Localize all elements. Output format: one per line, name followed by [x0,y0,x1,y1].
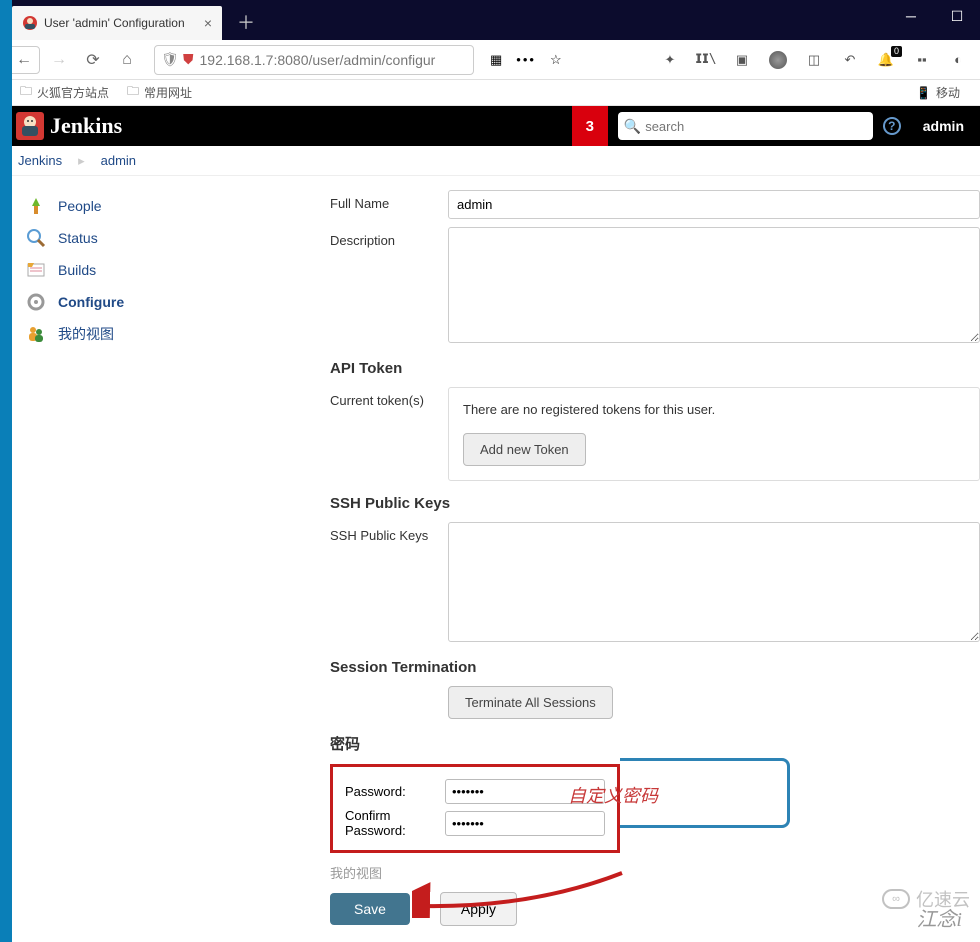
watermark-brand: ∞ 亿速云 [882,886,970,912]
breadcrumb: Jenkins ▸ admin [0,146,980,176]
sidebar: People Status Builds Configure 我的视图 [0,176,330,926]
bookmark-label: 常用网址 [144,84,192,101]
search-icon: 🔍 [624,118,641,135]
apps-icon[interactable]: ▪▪ [912,50,932,70]
nav-home-button[interactable]: ⌂ [112,46,142,74]
current-tokens-label: Current token(s) [330,387,448,481]
undo-icon[interactable]: ↶ [840,50,860,70]
shield-icon: 🛡 [161,51,177,68]
main-form: Full Name Description API Token Current … [330,176,980,926]
browser-navbar: ← → ⟳ ⌂ 🛡 ⛊ ▦ ••• ☆ ✦ 𝗜𝗜\ ▣ ◫ ↶ 🔔0 ▪▪ ◐ [0,40,980,80]
breadcrumb-item[interactable]: admin [101,153,136,168]
sidebar-label: People [58,198,102,214]
status-icon [24,226,48,250]
bookmark-star-icon[interactable]: ☆ [550,52,562,68]
bookmarks-bar: 🗀 火狐官方站点 🗀 常用网址 📱 移动 [0,80,980,106]
confirm-password-label: Confirm Password: [345,808,445,838]
password-box: Password: Confirm Password: [330,764,620,853]
url-bar[interactable]: 🛡 ⛊ [154,45,474,75]
bookmark-item[interactable]: 🗀 常用网址 [127,82,192,103]
jenkins-logo-icon [16,112,44,140]
notification-icon[interactable]: 🔔0 [876,50,896,70]
sidebar-item-builds[interactable]: Builds [24,254,330,286]
profile-icon[interactable] [768,50,788,70]
terminate-sessions-button[interactable]: Terminate All Sessions [448,686,613,719]
crop-icon[interactable]: ◫ [804,50,824,70]
sidebar-label: Status [58,230,98,246]
jenkins-search[interactable]: 🔍 [618,112,873,140]
extensions-icon[interactable]: ✦ [660,50,680,70]
new-tab-button[interactable]: ＋ [232,8,260,36]
bookmark-label: 火狐官方站点 [37,84,109,101]
window-maximize-button[interactable]: ☐ [934,0,980,32]
api-token-title: API Token [330,360,980,377]
description-input[interactable] [448,227,980,343]
mobile-bookmarks[interactable]: 📱 移动 [916,84,960,101]
sidebar-item-myviews[interactable]: 我的视图 [24,318,330,350]
breadcrumb-sep-icon: ▸ [78,153,85,169]
menu-dots-icon[interactable]: ••• [516,52,536,67]
breadcrumb-item[interactable]: Jenkins [18,153,62,168]
nav-back-button[interactable]: ← [8,46,40,74]
annotation-bracket [620,758,790,828]
jenkins-notification-count[interactable]: 3 [572,106,608,146]
builds-icon [24,258,48,282]
myviews-dim-label: 我的视图 [330,863,980,882]
fullname-label: Full Name [330,190,448,219]
password-title: 密码 [330,733,980,754]
sidebar-item-status[interactable]: Status [24,222,330,254]
sidebar-item-configure[interactable]: Configure [24,286,330,318]
tab-close-icon[interactable]: × [204,15,212,31]
apply-button[interactable]: Apply [440,892,517,926]
window-left-accent [0,0,12,942]
save-button[interactable]: Save [330,893,410,925]
sidebar-icon[interactable]: ▣ [732,50,752,70]
users-icon [24,322,48,346]
window-minimize-button[interactable]: ─ [888,0,934,32]
token-box: There are no registered tokens for this … [448,387,980,481]
mobile-icon: 📱 [916,86,931,100]
bookmark-item[interactable]: 🗀 火狐官方站点 [20,82,109,103]
sidebar-item-people[interactable]: People [24,190,330,222]
password-label: Password: [345,784,445,799]
library-icon[interactable]: 𝗜𝗜\ [696,50,716,70]
ssh-label: SSH Public Keys [330,522,448,645]
sidebar-label: 我的视图 [58,324,114,344]
no-tokens-message: There are no registered tokens for this … [463,402,965,417]
folder-icon: 🗀 [127,82,139,103]
description-label: Description [330,227,448,346]
help-icon[interactable]: ? [883,117,901,135]
jenkins-logo[interactable]: Jenkins [16,112,122,140]
cloud-icon: ∞ [882,889,910,909]
browser-titlebar: User 'admin' Configuration × ＋ ─ ☐ [0,0,980,40]
url-input[interactable] [200,52,468,68]
folder-icon: 🗀 [20,82,32,103]
security-slash-icon: ⛊ [183,51,194,68]
confirm-password-input[interactable] [445,811,605,836]
qr-icon[interactable]: ▦ [490,52,502,68]
sidebar-label: Configure [58,294,124,310]
sidebar-label: Builds [58,262,96,278]
browser-tab[interactable]: User 'admin' Configuration × [12,6,222,40]
ssh-input[interactable] [448,522,980,642]
session-title: Session Termination [330,659,980,676]
jenkins-brand-text: Jenkins [50,113,122,139]
current-user[interactable]: admin [923,118,964,134]
search-input[interactable] [645,119,867,134]
fullname-input[interactable] [448,190,980,219]
gear-icon [24,290,48,314]
jenkins-favicon-icon [22,15,38,31]
jenkins-header: Jenkins 3 🔍 ? admin [0,106,980,146]
ssh-title: SSH Public Keys [330,495,980,512]
more-icon[interactable]: ◐ [948,50,968,70]
bookmark-label: 移动 [936,84,960,101]
add-token-button[interactable]: Add new Token [463,433,586,466]
people-icon [24,194,48,218]
nav-forward-button[interactable]: → [44,46,74,74]
nav-reload-button[interactable]: ⟳ [78,46,108,74]
tab-title: User 'admin' Configuration [44,16,198,30]
